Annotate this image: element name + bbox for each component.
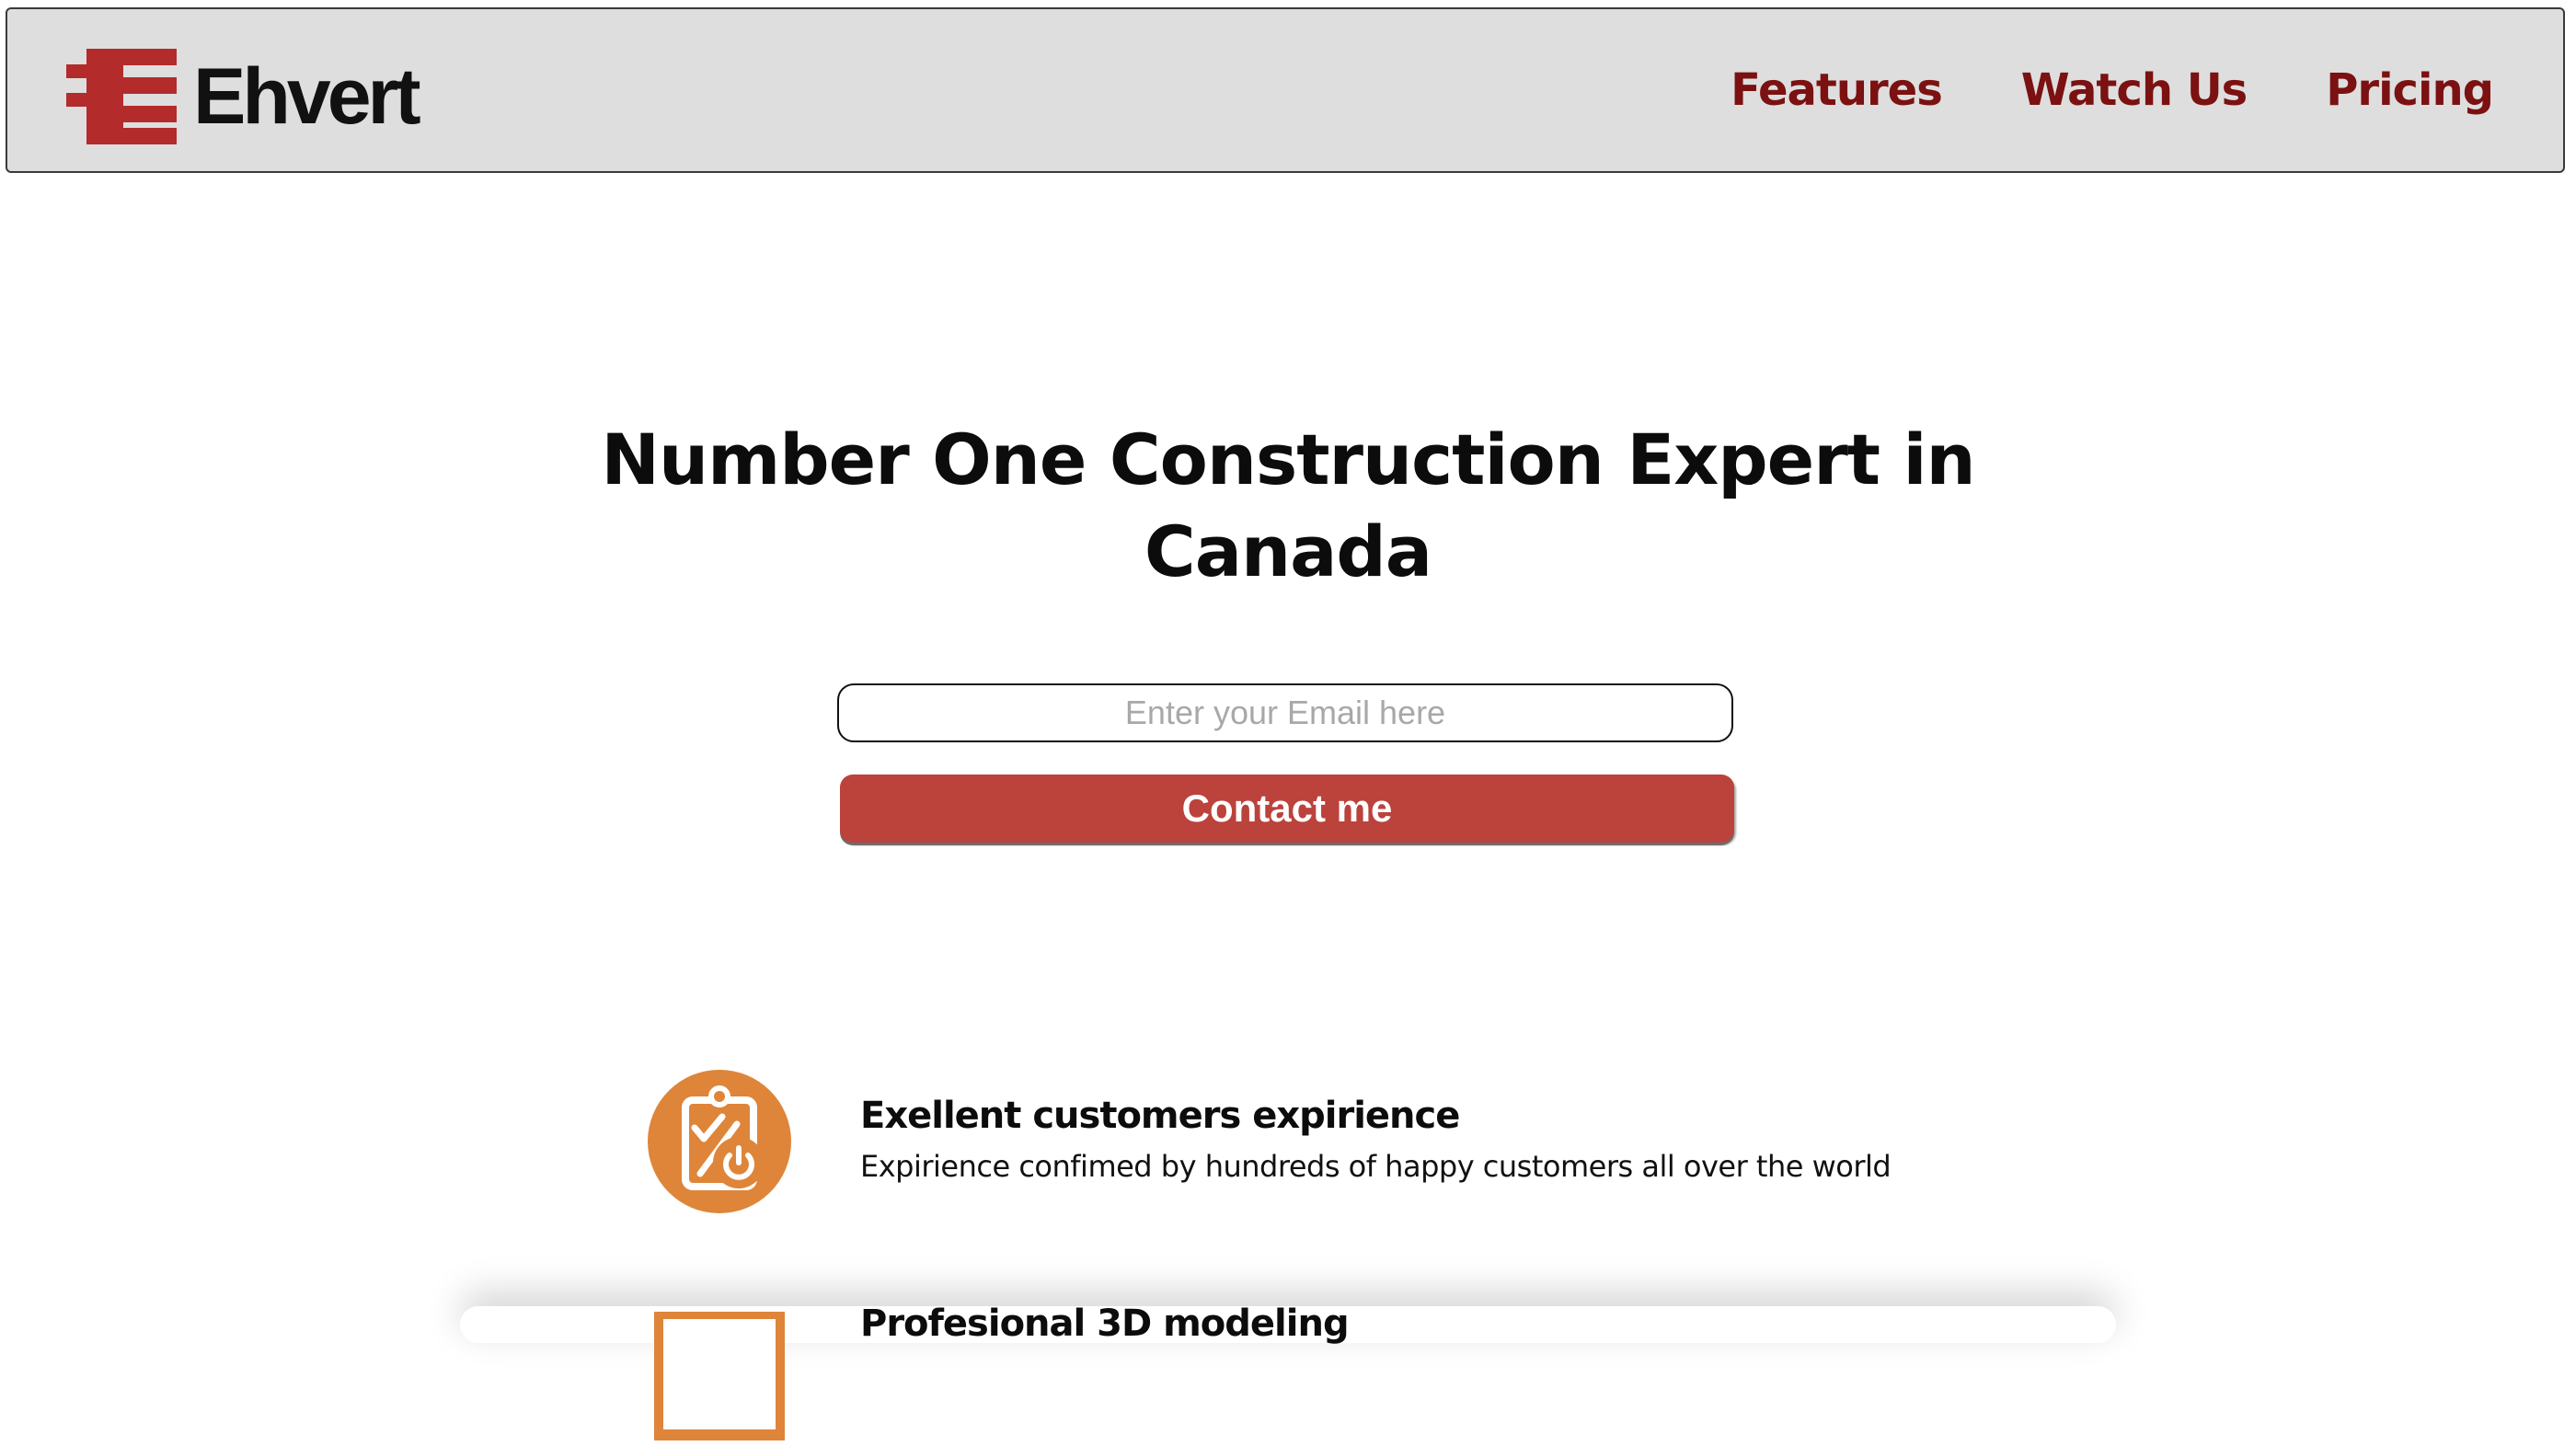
email-input[interactable] — [837, 683, 1733, 742]
nav-link-watch-us[interactable]: Watch Us — [2021, 64, 2248, 116]
hero-title: Number One Construction Expert in Canada — [601, 419, 1975, 592]
nav-link-features[interactable]: Features — [1731, 64, 1943, 116]
top-navbar: Ehvert Features Watch Us Pricing — [6, 7, 2565, 173]
feature-item: Exellent customers expirience Expirience… — [647, 1067, 1892, 1216]
feature-description: Expirience confimed by hundreds of happy… — [860, 1149, 1892, 1184]
contact-me-button[interactable]: Contact me — [840, 775, 1734, 843]
brand-logo[interactable]: Ehvert — [66, 46, 421, 147]
nav-links: Features Watch Us Pricing — [1731, 9, 2494, 171]
clipboard-power-icon — [648, 1070, 791, 1213]
feature-text: Profesional 3D modeling — [860, 1301, 1350, 1347]
feature-text: Exellent customers expirience Expirience… — [860, 1093, 1892, 1187]
feature-title: Profesional 3D modeling — [860, 1303, 1350, 1345]
logo-mark-icon — [66, 49, 177, 144]
feature-title: Exellent customers expirience — [860, 1095, 1460, 1137]
brand-name: Ehvert — [193, 52, 421, 141]
nav-link-pricing[interactable]: Pricing — [2326, 64, 2494, 116]
frame-icon — [654, 1312, 785, 1440]
feature-item: Profesional 3D modeling — [647, 1297, 1350, 1446]
